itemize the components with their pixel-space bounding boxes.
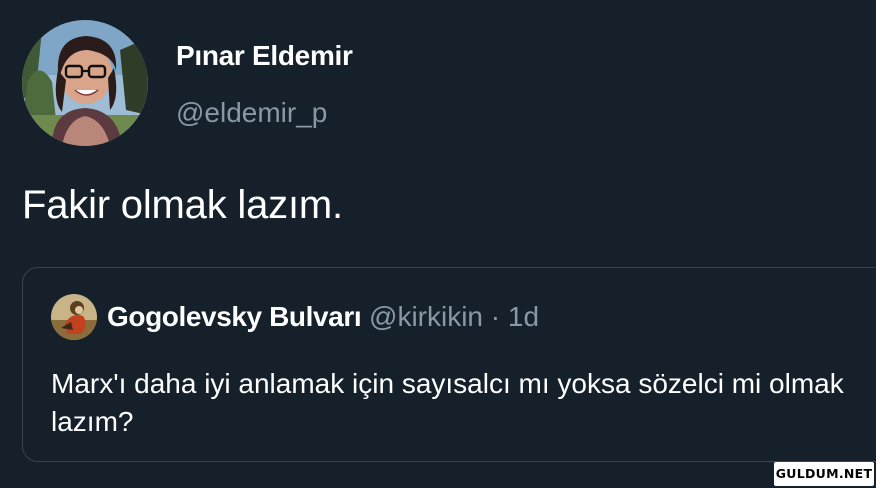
author-name[interactable]: Pınar Eldemir (176, 40, 353, 72)
separator-dot: · (490, 301, 501, 332)
quoted-author-avatar[interactable] (51, 294, 97, 340)
quoted-tweet-time[interactable]: 1d (508, 301, 539, 332)
quoted-tweet-text: Marx'ı daha iyi anlamak için sayısalcı m… (51, 368, 844, 437)
author-handle[interactable]: @eldemir_p (176, 97, 327, 129)
quoted-author-handle[interactable]: @kirkikin (369, 301, 483, 332)
tweet-screenshot: Pınar Eldemir @eldemir_p Fakir olmak laz… (0, 0, 876, 488)
author-avatar[interactable] (22, 20, 148, 146)
tweet-text: Fakir olmak lazım. (22, 183, 343, 227)
quoted-author-name[interactable]: Gogolevsky Bulvarı (107, 301, 362, 332)
quoted-tweet-header: Gogolevsky Bulvarı @kirkikin · 1d (107, 300, 539, 334)
quoted-tweet-card[interactable]: Gogolevsky Bulvarı @kirkikin · 1d Marx'ı… (22, 267, 876, 462)
site-watermark: GULDUM.NET (774, 462, 874, 486)
